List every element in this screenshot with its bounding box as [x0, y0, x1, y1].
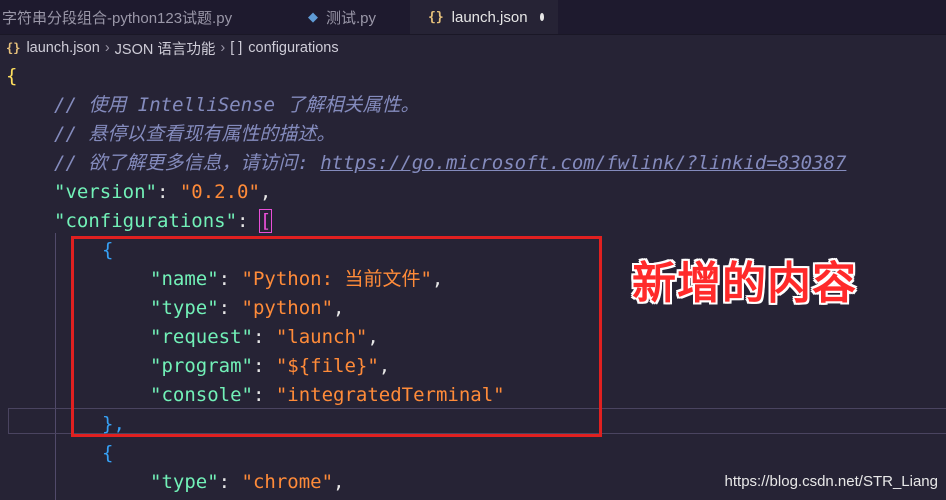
code-line: "version": "0.2.0", — [54, 181, 272, 203]
chevron-right-icon: › — [220, 40, 226, 56]
code-line: // 悬停以查看现有属性的描述。 — [0, 120, 946, 149]
open-brace: { — [102, 442, 114, 464]
tab-label: 测试.py — [326, 9, 377, 27]
json-icon: {} — [428, 9, 444, 25]
chevron-right-icon: › — [104, 40, 110, 56]
comment: // 使用 IntelliSense 了解相关属性。 — [54, 94, 420, 116]
json-string: "chrome" — [241, 471, 334, 493]
tab-label: 字符串分段组合-python123试题.py — [2, 9, 233, 27]
code-line: { — [0, 62, 946, 91]
open-brace: { — [6, 65, 18, 87]
annotation-label: 新增的内容 — [632, 258, 857, 309]
breadcrumb: {} launch.json › JSON 语言功能 › [ ] configu… — [0, 35, 946, 61]
unsaved-dot-icon[interactable] — [539, 13, 544, 21]
array-icon: [ ] — [230, 40, 243, 56]
highlight-box — [71, 236, 602, 437]
open-bracket: [ — [258, 209, 273, 233]
tab-test-py[interactable]: ◆ 测试.py — [284, 0, 410, 34]
code-line: { — [0, 439, 946, 468]
json-key: "configurations" — [54, 210, 238, 232]
code-line: // 欲了解更多信息，请访问: https://go.microsoft.com… — [0, 149, 946, 178]
json-key: "version" — [54, 181, 157, 203]
json-icon: {} — [6, 41, 21, 55]
json-string: "0.2.0" — [179, 181, 260, 203]
docs-link[interactable]: https://go.microsoft.com/fwlink/?linkid=… — [320, 152, 846, 174]
tab-label: launch.json — [451, 8, 528, 26]
code-line: // 使用 IntelliSense 了解相关属性。 — [0, 91, 946, 120]
breadcrumb-configurations[interactable]: configurations — [248, 40, 338, 56]
editor-tab-bar: 字符串分段组合-python123试题.py ◆ 测试.py {} launch… — [0, 0, 946, 35]
breadcrumb-file[interactable]: launch.json — [26, 40, 99, 56]
breadcrumb-json-features[interactable]: JSON 语言功能 — [115, 38, 216, 59]
json-key: "type" — [150, 471, 219, 493]
comment: // 悬停以查看现有属性的描述。 — [54, 123, 336, 145]
comment: // 欲了解更多信息，请访问: — [54, 152, 321, 174]
python-icon: ◆ — [308, 9, 318, 24]
tab-launch-json[interactable]: {} launch.json — [410, 0, 558, 34]
watermark: https://blog.csdn.net/STR_Liang — [724, 473, 938, 490]
code-line: "configurations": [ — [54, 209, 273, 233]
tab-python123-file[interactable]: 字符串分段组合-python123试题.py — [0, 0, 284, 34]
